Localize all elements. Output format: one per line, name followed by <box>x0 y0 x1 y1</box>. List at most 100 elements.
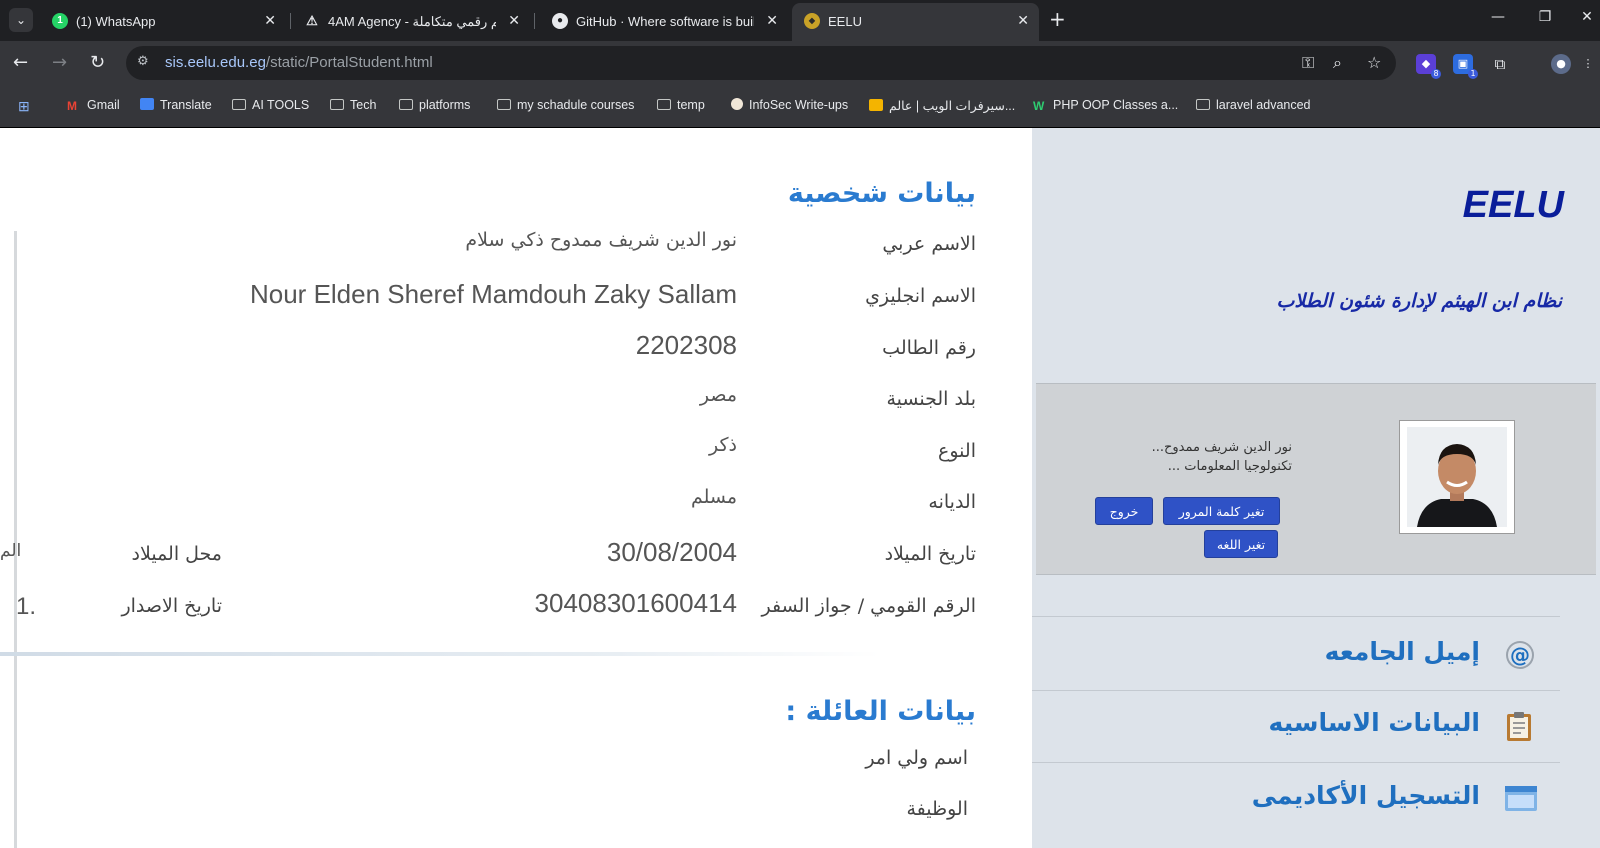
bookmark-label: InfoSec Write-ups <box>749 98 849 112</box>
bookmark-php-oop[interactable]: W PHP OOP Classes a... <box>1033 98 1178 113</box>
zoom-icon[interactable]: ⌕ <box>1333 53 1342 73</box>
extensions-puzzle-icon[interactable]: ⧉ <box>1490 54 1510 74</box>
family-section-title: بيانات العائلة : <box>785 696 976 727</box>
label-english-name: الاسم انجليزي <box>865 285 976 307</box>
close-tab-icon[interactable]: ✕ <box>1017 12 1029 29</box>
main-content: بيانات شخصية الاسم عربي الاسم انجليزي رق… <box>0 128 1032 848</box>
infosec-icon <box>731 98 743 110</box>
value-student-id: 2202308 <box>635 330 737 360</box>
label-arabic-name: الاسم عربي <box>882 233 976 255</box>
back-arrow-icon[interactable]: ← <box>13 53 28 73</box>
profile-card: نور الدين شريف ممدوح... تكنولوجيا المعلو… <box>1036 383 1596 575</box>
bookmark-label: my schadule courses <box>517 98 635 112</box>
folder-icon <box>232 99 246 110</box>
bookmark-tech[interactable]: Tech <box>330 98 376 112</box>
value-english-name: Nour Elden Sheref Mamdouh Zaky Sallam <box>249 279 737 309</box>
folder-icon <box>330 99 344 110</box>
bookmark-label: AI TOOLS <box>252 98 310 112</box>
whatsapp-icon: 1 <box>52 13 68 29</box>
menu-label: التسجيل الأكاديمى <box>1251 781 1480 810</box>
menu-label: إميل الجامعه <box>1324 637 1480 666</box>
close-tab-icon[interactable]: ✕ <box>264 12 276 29</box>
menu-academic-registration[interactable]: التسجيل الأكاديمى <box>1032 769 1600 829</box>
menu-kebab-icon[interactable]: ⋮ <box>1582 54 1594 74</box>
folder-icon <box>1196 99 1210 110</box>
folder-icon <box>497 99 511 110</box>
bookmark-gmail[interactable]: M Gmail <box>67 98 120 113</box>
translate-icon <box>140 98 154 110</box>
label-guardian-name: اسم ولي امر <box>865 747 968 769</box>
label-nationality: بلد الجنسية <box>886 388 976 410</box>
bookmark-translate[interactable]: Translate <box>140 98 212 112</box>
extension-badge: 8 <box>1431 69 1441 79</box>
value-national-id: 30408301600414 <box>534 588 737 618</box>
address-bar[interactable]: ⚙ sis.eelu.edu.eg/static/PortalStudent.h… <box>126 46 1396 80</box>
value-birth-place-cut: الم <box>0 541 22 561</box>
bookmark-label: سيرفرات الويب | عالم... <box>889 99 1016 113</box>
clipboard-icon <box>1504 710 1534 741</box>
tab-whatsapp[interactable]: 1 (1) WhatsApp ✕ <box>40 3 286 41</box>
bookmark-temp[interactable]: temp <box>657 98 705 112</box>
new-tab-plus-icon[interactable]: + <box>1049 9 1066 29</box>
extension-icon[interactable]: ◆ 8 <box>1416 54 1441 79</box>
reload-icon[interactable]: ↻ <box>90 53 105 73</box>
restore-icon[interactable]: ❐ <box>1530 9 1560 25</box>
content-left-edge <box>0 231 17 848</box>
profile-name: نور الدين شريف ممدوح... <box>1151 440 1292 455</box>
github-icon: ● <box>552 13 568 29</box>
folder-icon <box>657 99 671 110</box>
bookmark-schedule-courses[interactable]: my schadule courses <box>497 98 634 112</box>
logout-button[interactable]: خروج <box>1095 497 1153 525</box>
menu-label: البيانات الاساسيه <box>1268 708 1480 737</box>
tab-eelu[interactable]: ◆ EELU ✕ <box>792 3 1039 41</box>
forward-arrow-icon[interactable]: → <box>52 53 67 73</box>
menu-university-email[interactable]: إميل الجامعه @ <box>1032 625 1600 685</box>
change-password-button[interactable]: تغير كلمة المرور <box>1163 497 1280 525</box>
extension-icon[interactable]: ▣ 1 <box>1453 54 1478 79</box>
close-tab-icon[interactable]: ✕ <box>766 12 778 29</box>
menu-divider <box>1032 616 1560 617</box>
tab-search-chevron-icon[interactable]: ⌄ <box>9 8 33 32</box>
page-content: EELU نظام ابن الهيثم لإدارة شئون الطلاب … <box>0 128 1600 848</box>
brand-logo-text: EELU <box>1462 184 1564 226</box>
close-tab-icon[interactable]: ✕ <box>508 12 520 29</box>
folder-icon <box>399 99 413 110</box>
close-window-icon[interactable]: ✕ <box>1572 9 1600 25</box>
bookmark-laravel[interactable]: laravel advanced <box>1196 98 1311 112</box>
bookmark-web-servers[interactable]: سيرفرات الويب | عالم... <box>869 98 1015 113</box>
sidebar: EELU نظام ابن الهيثم لإدارة شئون الطلاب … <box>1032 128 1600 848</box>
url-path: /static/PortalStudent.html <box>265 54 433 71</box>
browser-toolbar: ← → ↻ ⚙ sis.eelu.edu.eg/static/PortalStu… <box>0 41 1600 87</box>
personal-section-title: بيانات شخصية <box>787 178 976 209</box>
bookmark-platforms[interactable]: platforms <box>399 98 470 112</box>
bookmark-infosec[interactable]: InfoSec Write-ups <box>731 98 848 112</box>
label-student-id: رقم الطالب <box>882 337 976 359</box>
value-issue-date-cut: 1. <box>16 593 37 620</box>
php-icon: W <box>1033 99 1045 113</box>
window-icon <box>1504 783 1537 813</box>
section-divider <box>0 652 880 656</box>
label-birth-place: محل الميلاد <box>131 543 222 565</box>
label-gender: النوع <box>938 440 976 462</box>
bookmark-label: Gmail <box>87 98 120 112</box>
url-text[interactable]: sis.eelu.edu.eg/static/PortalStudent.htm… <box>165 54 433 71</box>
minimize-icon[interactable]: — <box>1483 9 1513 25</box>
label-national-id: الرقم القومي / جواز السفر <box>761 595 976 617</box>
apps-grid-icon[interactable]: ⊞ <box>18 98 30 115</box>
profile-avatar-icon[interactable]: ● <box>1551 54 1571 74</box>
bookmark-ai-tools[interactable]: AI TOOLS <box>232 98 309 112</box>
menu-basic-data[interactable]: البيانات الاساسيه <box>1032 696 1600 756</box>
value-arabic-name: نور الدين شريف ممدوح ذكي سلام <box>465 229 737 251</box>
tab-separator <box>290 13 291 29</box>
change-language-button[interactable]: تغير اللغه <box>1204 530 1278 558</box>
tab-title: GitHub · Where software is built <box>576 14 754 29</box>
bookmark-star-icon[interactable]: ☆ <box>1367 53 1381 72</box>
tab-github[interactable]: ● GitHub · Where software is built ✕ <box>540 3 788 41</box>
site-info-icon[interactable]: ⚙ <box>137 54 149 69</box>
password-key-icon[interactable]: ⚿ <box>1302 53 1314 73</box>
web-servers-icon <box>869 99 883 111</box>
svg-text:@: @ <box>1510 643 1530 667</box>
bookmark-label: temp <box>677 98 705 112</box>
label-religion: الديانه <box>928 491 976 513</box>
tab-4am-agency[interactable]: ⚠ 4AM Agency - تصميم رقمي متكاملة ✕ <box>292 3 530 41</box>
